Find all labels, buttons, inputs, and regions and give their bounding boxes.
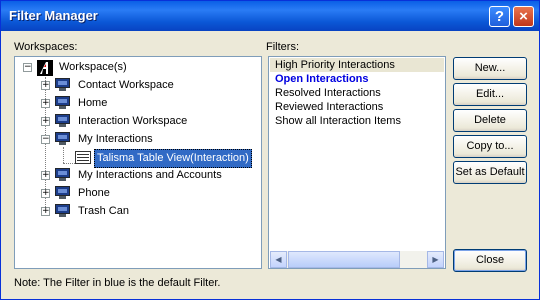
tree-item-label: My Interactions and Accounts <box>78 169 222 181</box>
collapse-icon[interactable]: − <box>41 135 50 144</box>
horizontal-scrollbar[interactable]: ◀ ▶ <box>270 251 444 268</box>
filter-item[interactable]: Resolved Interactions <box>275 86 445 100</box>
monitor-icon <box>55 186 70 200</box>
scroll-thumb[interactable] <box>288 251 400 268</box>
tree-item-label: Home <box>78 97 108 109</box>
tree-connector <box>63 163 75 164</box>
tree-item-label: Trash Can <box>78 205 129 217</box>
monitor-icon <box>55 204 70 218</box>
expand-icon[interactable]: + <box>41 99 50 108</box>
window-title: Filter Manager <box>9 8 98 23</box>
filters-list[interactable]: High Priority Interactions Open Interact… <box>268 56 446 269</box>
expand-icon[interactable]: + <box>41 207 50 216</box>
close-button[interactable]: Close <box>453 249 527 272</box>
tree-item-label: Workspace(s) <box>59 61 127 73</box>
tree-item-label: Phone <box>78 187 110 199</box>
copy-to-button[interactable]: Copy to... <box>453 135 527 158</box>
title-bar[interactable]: Filter Manager ? × <box>1 1 539 31</box>
edit-button[interactable]: Edit... <box>453 83 527 106</box>
delete-button[interactable]: Delete <box>453 109 527 132</box>
expand-icon[interactable]: + <box>41 189 50 198</box>
monitor-icon <box>55 78 70 92</box>
scroll-right-icon[interactable]: ▶ <box>427 251 444 268</box>
workspaces-tree[interactable]: − Workspace(s) + Contact Workspace + Hom… <box>14 56 262 269</box>
collapse-icon[interactable]: − <box>23 63 32 72</box>
tree-item-label: Interaction Workspace <box>78 115 188 127</box>
tree-connector <box>63 147 64 163</box>
close-window-button[interactable]: × <box>513 6 534 27</box>
filter-item-selected[interactable]: High Priority Interactions <box>270 58 444 72</box>
filter-item[interactable]: Reviewed Interactions <box>275 100 445 114</box>
monitor-icon <box>55 96 70 110</box>
filter-item-default[interactable]: Open Interactions <box>275 72 445 86</box>
set-as-default-button[interactable]: Set as Default <box>453 161 527 184</box>
expand-icon[interactable]: + <box>41 171 50 180</box>
new-button[interactable]: New... <box>453 57 527 80</box>
expand-icon[interactable]: + <box>41 81 50 90</box>
filters-label: Filters: <box>266 41 299 53</box>
monitor-icon <box>55 168 70 182</box>
help-button[interactable]: ? <box>489 6 510 27</box>
scroll-left-icon[interactable]: ◀ <box>270 251 287 268</box>
default-filter-note: Note: The Filter in blue is the default … <box>14 277 221 289</box>
filter-item[interactable]: Show all Interaction Items <box>275 114 445 128</box>
monitor-icon <box>55 132 70 146</box>
workspaces-label: Workspaces: <box>14 41 78 53</box>
tree-item-label: My Interactions <box>78 133 153 145</box>
table-view-icon <box>75 151 91 164</box>
monitor-icon <box>55 114 70 128</box>
workspace-logo-icon <box>37 60 53 76</box>
tree-item-label: Talisma Table View(Interaction) <box>94 149 252 168</box>
tree-item-label: Contact Workspace <box>78 79 174 91</box>
filter-manager-window: Filter Manager ? × Workspaces: Filters: … <box>0 0 540 300</box>
expand-icon[interactable]: + <box>41 117 50 126</box>
